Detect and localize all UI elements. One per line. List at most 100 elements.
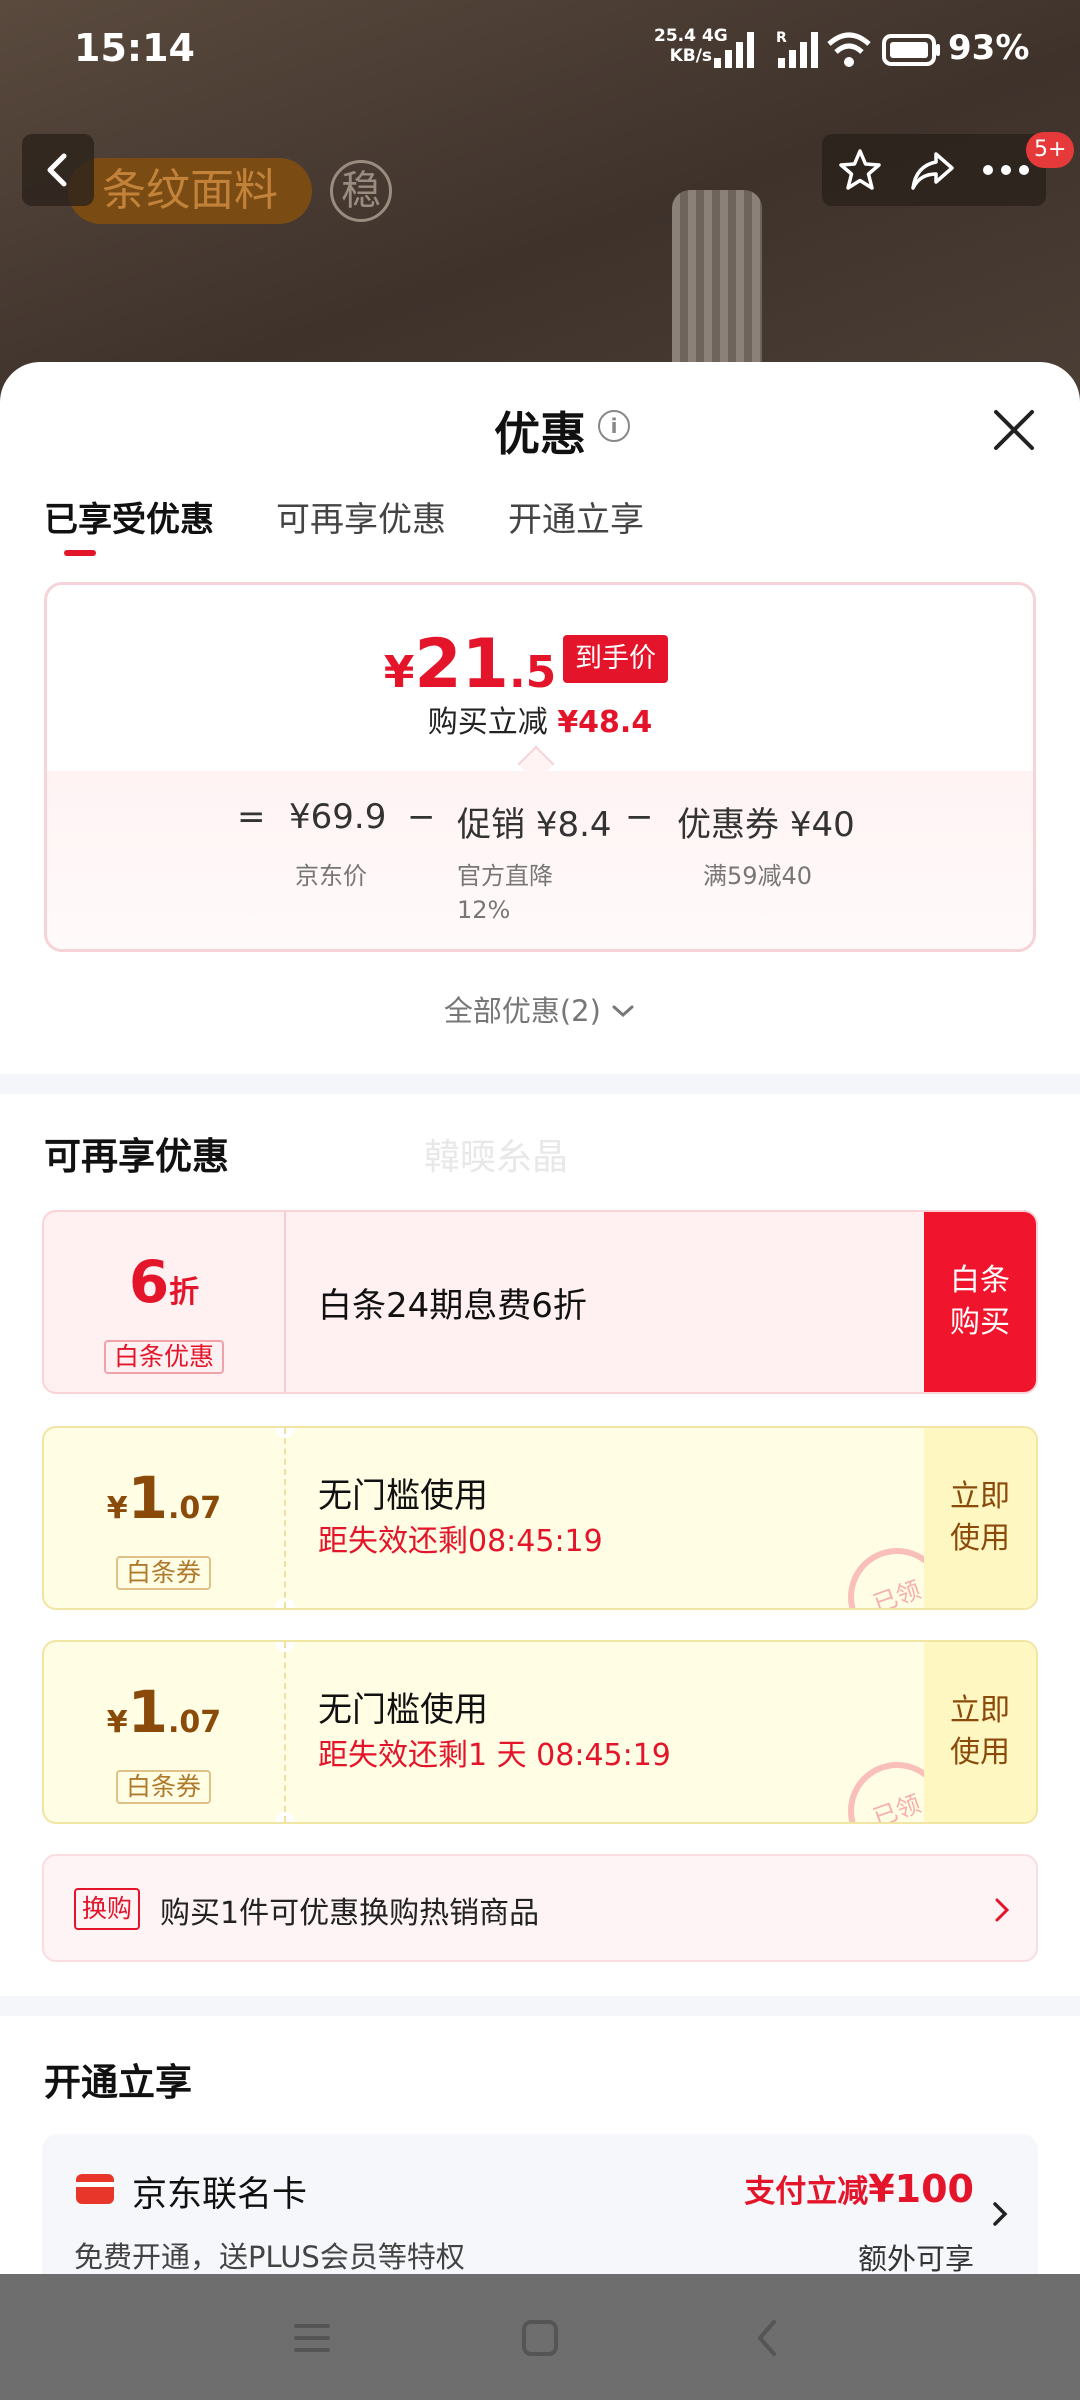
coupon-amount-decimal: .07: [168, 1491, 222, 1526]
use-button-line1: 立即: [950, 1479, 1010, 1514]
coupon-separator: [284, 1428, 286, 1608]
coupon-amount-value: ¥1.07: [44, 1678, 284, 1746]
status-time: 15:14: [74, 26, 195, 70]
back-icon[interactable]: [748, 2318, 788, 2358]
use-now-button[interactable]: 立即 使用: [924, 1428, 1036, 1608]
baitiao-description: 白条24期息费6折: [318, 1286, 587, 1326]
jd-card-offer-text: 支付立减¥100: [744, 2166, 974, 2211]
use-button-line2: 使用: [950, 1735, 1010, 1770]
coupon-type-label: 白条券: [116, 1770, 212, 1804]
card-separator: [284, 1212, 286, 1392]
coupon-amount: ¥40: [789, 805, 855, 845]
tab-enjoyed[interactable]: 已享受优惠: [44, 492, 214, 541]
baitiao-offer-card[interactable]: 6折 白条优惠 白条24期息费6折 白条 购买: [42, 1210, 1038, 1394]
promo-label: 促销: [457, 805, 525, 845]
section-title-open: 开通立享: [44, 2061, 192, 2104]
coupon-title: 无门槛使用: [318, 1690, 488, 1730]
coupon-price: 优惠券 ¥40: [677, 797, 855, 846]
promo-desc: 官方直降 12%: [457, 859, 553, 927]
product-image: [672, 190, 762, 380]
chevron-right-icon: [993, 2202, 1008, 2226]
coupon-card-2[interactable]: ¥1.07 白条券 无门槛使用 距失效还剩1 天 08:45:19 已领 立即 …: [42, 1640, 1038, 1824]
product-tag: 条纹面料: [68, 158, 312, 224]
discount-number: 6: [128, 1248, 170, 1316]
use-now-button[interactable]: 立即 使用: [924, 1642, 1036, 1822]
jd-offer-prefix: 支付立减: [744, 2174, 869, 2210]
back-button[interactable]: [22, 134, 94, 206]
equals-sign: =: [237, 797, 266, 837]
use-button-line1: 立即: [950, 1693, 1010, 1728]
notification-badge: 5+: [1026, 132, 1075, 168]
section-divider: [0, 1074, 1080, 1094]
final-price: ¥21.5: [47, 625, 963, 704]
final-price-tag: 到手价: [563, 635, 668, 683]
promo-amount: ¥8.4: [535, 805, 612, 845]
jd-offer-amount: ¥100: [868, 2167, 974, 2211]
net-speed-value: 25.4: [654, 26, 696, 46]
promo-desc-line1: 官方直降: [457, 862, 553, 890]
baitiao-buy-button[interactable]: 白条 购买: [924, 1212, 1036, 1392]
reduce-amount: ¥48.4: [557, 705, 653, 740]
section-title-more: 可再享优惠: [44, 1135, 229, 1178]
jd-card-extra: 额外可享: [857, 2242, 974, 2274]
star-icon[interactable]: [836, 146, 884, 194]
close-icon[interactable]: [986, 402, 1042, 458]
minus-sign-2: −: [625, 797, 654, 837]
active-tab-indicator: [64, 550, 96, 556]
wifi-icon: [827, 32, 871, 67]
price-decimal: .5: [508, 647, 557, 698]
section-divider-2: [0, 1996, 1080, 2016]
coupon-desc: 满59减40: [703, 862, 813, 890]
system-nav-bar: [0, 2274, 1080, 2400]
coupon-card-1[interactable]: ¥1.07 白条券 无门槛使用 距失效还剩08:45:19 已领 立即 使用: [42, 1426, 1038, 1610]
share-icon[interactable]: [908, 146, 956, 194]
coupon-amount-value: ¥1.07: [44, 1464, 284, 1532]
menu-icon[interactable]: [292, 2318, 332, 2358]
discount-value: 6折: [44, 1248, 284, 1316]
promo-desc-line2: 12%: [457, 896, 511, 924]
more-icon[interactable]: [980, 146, 1032, 194]
price-breakdown-card: ¥21.5 到手价 购买立减 ¥48.4 = ¥69.9 − 促销 ¥8.4 −…: [44, 582, 1036, 952]
exchange-text: 购买1件可优惠换购热销商品: [160, 1896, 540, 1931]
chevron-down-icon: [612, 1005, 634, 1018]
info-icon[interactable]: i: [598, 410, 630, 442]
tab-open-enjoy[interactable]: 开通立享: [508, 492, 644, 541]
coupon-amount-block: ¥1.07 白条券: [44, 1428, 284, 1608]
back-arrow-icon: [47, 153, 67, 187]
reduce-line: 购买立减 ¥48.4: [47, 697, 1033, 741]
battery-percent: 93%: [948, 28, 1030, 68]
tab-more-offers[interactable]: 可再享优惠: [276, 492, 446, 541]
credit-card-icon: [76, 2174, 114, 2204]
top-actions: [822, 134, 1046, 206]
use-button-line2: 使用: [950, 1521, 1010, 1556]
coupon-amount-block: ¥1.07 白条券: [44, 1642, 284, 1822]
watermark: 韓㬉糸晶: [424, 1137, 569, 1178]
jd-price-label: 京东价: [295, 862, 367, 890]
offers-sheet: 优惠 i 已享受优惠 可再享优惠 开通立享 ¥21.5 到手价 购买立减 ¥48…: [0, 362, 1080, 2274]
signal-icon-2: [778, 32, 818, 68]
coupon-separator: [284, 1642, 286, 1822]
baitiao-button-line2: 购买: [950, 1305, 1010, 1340]
jd-card-name: 京东联名卡: [132, 2175, 308, 2215]
coupon-currency: ¥: [106, 1491, 128, 1526]
coupon-amount-decimal: .07: [168, 1705, 222, 1740]
home-icon[interactable]: [520, 2318, 560, 2358]
coupon-timer: 距失效还剩1 天 08:45:19: [318, 1738, 671, 1773]
price-currency: ¥: [383, 647, 415, 698]
discount-unit: 折: [169, 1275, 200, 1310]
exchange-tag: 换购: [74, 1888, 141, 1930]
exchange-offer-row[interactable]: 换购 购买1件可优惠换购热销商品: [42, 1854, 1038, 1962]
baitiao-button-line1: 白条: [950, 1263, 1010, 1298]
jd-card-description: 免费开通，送PLUS会员等特权: [74, 2240, 465, 2274]
reduce-label: 购买立减: [427, 705, 548, 740]
coupon-title: 无门槛使用: [318, 1476, 488, 1516]
minus-sign: −: [407, 797, 436, 837]
coupon-amount-integer: 1: [127, 1464, 169, 1532]
jd-card-offer[interactable]: 京东联名卡 免费开通，送PLUS会员等特权 支付立减¥100 额外可享: [42, 2134, 1038, 2274]
status-bar: 15:14 25.4 4G KB/s R 93%: [0, 0, 1080, 100]
all-offers-toggle[interactable]: 全部优惠(2): [0, 988, 1080, 1030]
jd-price: ¥69.9: [289, 797, 387, 837]
stable-badge: 稳: [330, 160, 392, 222]
baitiao-label: 白条优惠: [104, 1340, 225, 1374]
coupon-currency: ¥: [106, 1705, 128, 1740]
